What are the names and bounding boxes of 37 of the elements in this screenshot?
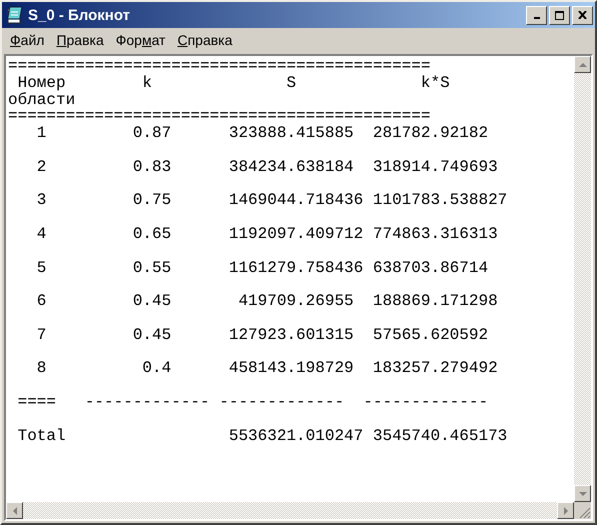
scroll-up-button[interactable] <box>574 56 591 73</box>
maximize-button[interactable] <box>549 6 570 24</box>
notepad-icon <box>6 6 24 24</box>
text-line: 1 0.87 323888.415885 281782.92182 <box>36 125 488 142</box>
triangle-icon <box>578 490 586 498</box>
text-line: 8 0.4 458143.198729 183257.279492 <box>36 360 498 378</box>
scroll-down-button[interactable] <box>574 485 591 502</box>
text-line: 7 0.45 127923.601315 57565.620592 <box>36 326 488 344</box>
triangle-icon <box>562 506 570 514</box>
minimize-button[interactable] <box>526 6 547 24</box>
triangle-icon <box>10 506 18 514</box>
scroll-right-button[interactable] <box>557 502 574 519</box>
text-line: 4 0.65 1192097.409712 774863.316313 <box>36 226 498 243</box>
menu-item[interactable]: Формат <box>110 32 172 48</box>
resize-grip-icon[interactable] <box>579 507 591 519</box>
text-line: ============================================ <box>8 108 430 126</box>
triangle-icon <box>578 60 586 68</box>
text-line: области <box>8 92 76 108</box>
menu-item[interactable]: Правка <box>50 32 110 48</box>
text-line: 5 0.55 1161279.758436 638703.86714 <box>36 260 488 276</box>
close-button[interactable] <box>572 6 593 24</box>
close-icon <box>578 11 587 19</box>
horizontal-scrollbar[interactable] <box>6 502 574 519</box>
text-line: ============================================ <box>8 58 430 75</box>
text-line: Total 5536321.010247 3545740.465173 <box>16 428 508 444</box>
text-line: Номер k S k*S <box>16 74 450 92</box>
scroll-left-button[interactable] <box>6 502 23 519</box>
menu-item[interactable]: Файл <box>4 32 50 48</box>
text-line: 3 0.75 1469044.718436 1101783.538827 <box>36 192 508 210</box>
menu-item[interactable]: Справка <box>171 32 238 48</box>
text-area[interactable] <box>4 54 593 521</box>
vertical-scrollbar[interactable] <box>574 56 591 502</box>
window-title: S_0 - Блокнот <box>28 6 131 24</box>
text-line: ==== ------------- ------------- ------------- <box>16 394 488 411</box>
text-line: 2 0.83 384234.638184 318914.749693 <box>36 158 498 176</box>
maximize-icon <box>555 10 564 20</box>
text-line: 6 0.45 419709.26955 188869.171298 <box>36 293 498 310</box>
